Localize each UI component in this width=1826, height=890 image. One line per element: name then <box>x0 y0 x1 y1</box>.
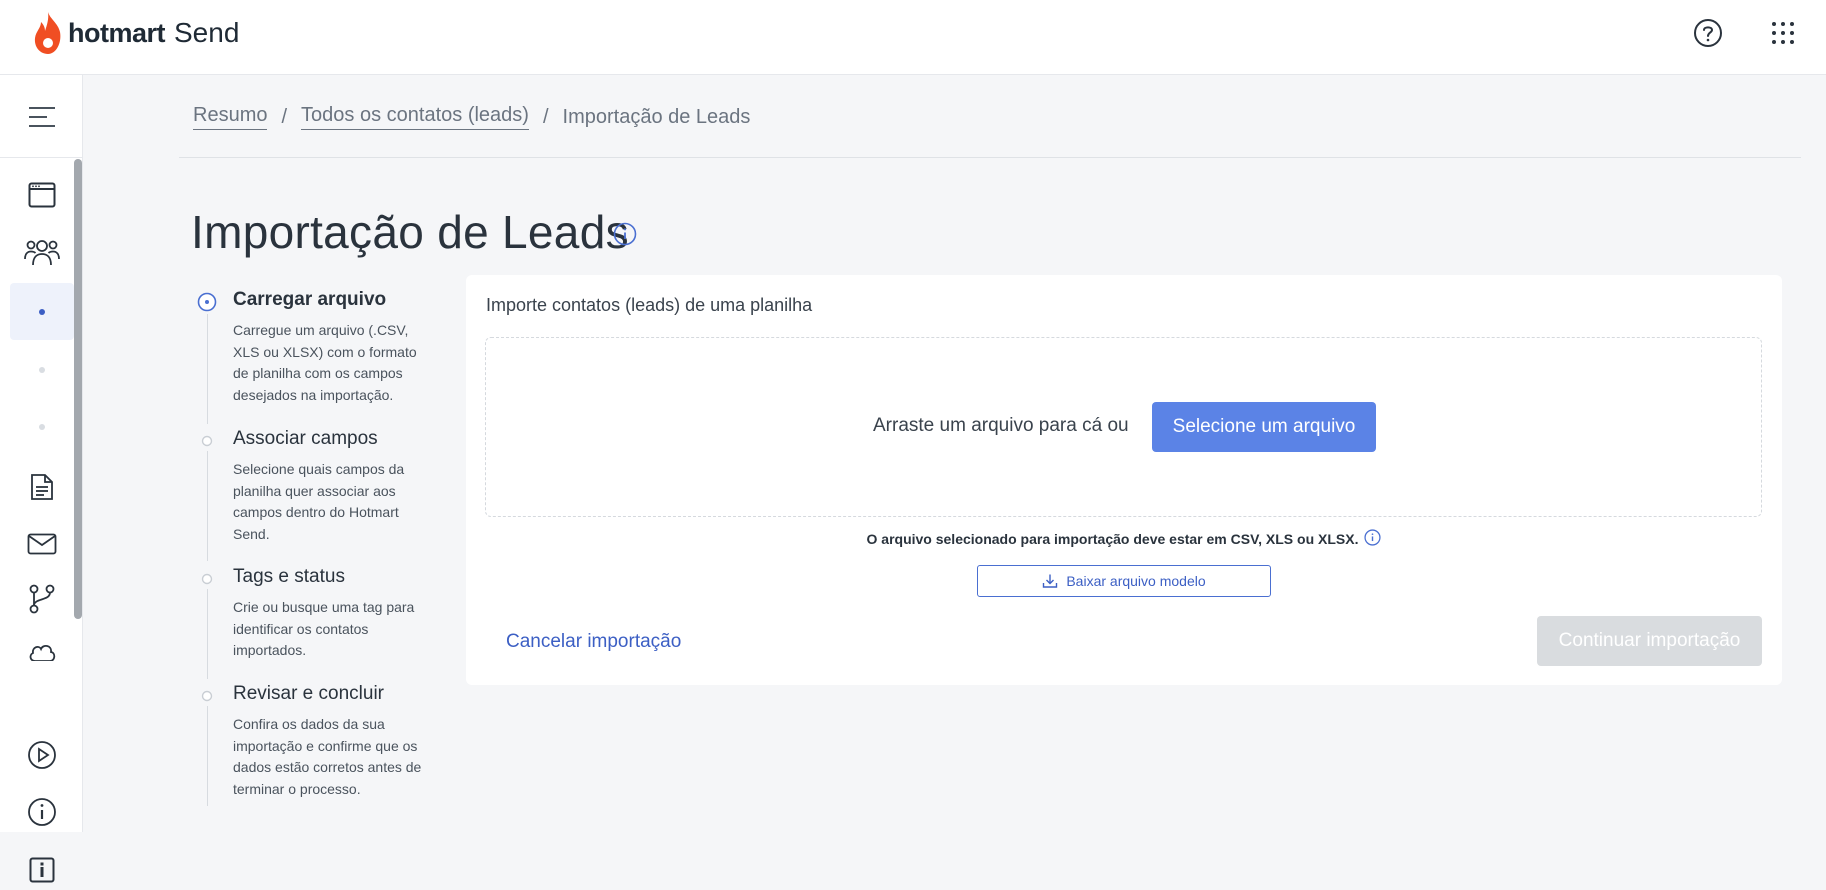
top-bar: hotmart Send <box>0 0 1826 75</box>
hotmart-send-logo[interactable]: hotmart Send <box>32 8 239 58</box>
step-dot-icon <box>38 367 45 373</box>
import-steps: Carregar arquivo Carregue um arquivo (.C… <box>197 288 437 806</box>
step-current-marker-icon <box>197 292 217 312</box>
page-title: Importação de Leads <box>191 206 629 258</box>
breadcrumb: Resumo / Todos os contatos (leads) / Imp… <box>193 104 750 130</box>
breadcrumb-current: Importação de Leads <box>562 105 751 128</box>
step-pending-marker-icon <box>201 435 213 447</box>
envelope-icon[interactable] <box>0 524 83 564</box>
upload-heading: Importe contatos (leads) de uma planilha <box>486 295 813 315</box>
download-template-label: Baixar arquivo modelo <box>1066 573 1206 589</box>
download-icon <box>1043 574 1058 588</box>
info-square-icon[interactable] <box>0 850 83 890</box>
sidebar-step-1[interactable] <box>0 287 83 337</box>
step-title: Associar campos <box>233 428 378 449</box>
step-title: Tags e status <box>233 566 345 587</box>
apps-grid-icon[interactable] <box>1764 14 1802 52</box>
step-description: Crie ou busque uma tag para identificar … <box>233 599 415 659</box>
step-connector <box>207 706 208 806</box>
upload-card: Importe contatos (leads) de uma planilha… <box>466 275 1782 685</box>
title-info-icon[interactable] <box>613 222 637 251</box>
step-title: Revisar e concluir <box>233 683 384 704</box>
help-icon[interactable] <box>1689 14 1727 52</box>
step-carregar-arquivo[interactable]: Carregar arquivo Carregue um arquivo (.C… <box>197 288 437 427</box>
step-description: Confira os dados da sua importação e con… <box>233 716 422 797</box>
download-template-button[interactable]: Baixar arquivo modelo <box>977 565 1271 597</box>
sidebar-step-3[interactable] <box>0 402 83 452</box>
step-title: Carregar arquivo <box>233 289 387 310</box>
users-icon[interactable] <box>0 232 83 272</box>
breadcrumb-link-resumo[interactable]: Resumo <box>193 104 268 130</box>
breadcrumb-separator: / <box>281 105 288 128</box>
product-name: Send <box>174 17 240 48</box>
step-pending-marker-icon <box>201 573 213 585</box>
step-dot-active-icon <box>38 309 45 315</box>
dropzone-text: Arraste um arquivo para cá ou <box>873 415 1129 436</box>
format-note-text: O arquivo selecionado para importação de… <box>866 531 1359 547</box>
step-connector <box>207 314 208 424</box>
flame-logo-icon <box>34 12 61 54</box>
select-file-button[interactable]: Selecione um arquivo <box>1152 402 1376 452</box>
step-dot-icon <box>38 424 45 430</box>
step-tags-status[interactable]: Tags e status Crie ou busque uma tag par… <box>197 565 437 682</box>
hamburger-icon[interactable] <box>0 97 83 137</box>
step-revisar-concluir[interactable]: Revisar e concluir Confira os dados da s… <box>197 682 437 806</box>
cancel-import-link[interactable]: Cancelar importação <box>506 631 681 653</box>
step-description: Carregue um arquivo (.CSV, XLS ou XLSX) … <box>233 322 417 403</box>
file-dropzone[interactable]: Arraste um arquivo para cá ou Selecione … <box>485 337 1762 517</box>
cloud-icon[interactable] <box>0 637 83 661</box>
format-note: O arquivo selecionado para importação de… <box>466 529 1782 549</box>
step-associar-campos[interactable]: Associar campos Selecione quais campos d… <box>197 427 437 565</box>
sidebar-step-2[interactable] <box>0 345 83 395</box>
step-description: Selecione quais campos da planilha quer … <box>233 461 405 542</box>
step-connector <box>207 451 208 561</box>
step-pending-marker-icon <box>201 690 213 702</box>
document-icon[interactable] <box>0 467 83 507</box>
step-connector <box>207 589 208 679</box>
breadcrumb-link-contatos[interactable]: Todos os contatos (leads) <box>301 104 529 130</box>
format-info-icon[interactable] <box>1364 529 1382 549</box>
breadcrumb-separator: / <box>542 105 549 128</box>
branch-icon[interactable] <box>0 579 83 619</box>
window-icon[interactable] <box>0 175 83 215</box>
play-icon[interactable] <box>0 735 83 775</box>
sidebar <box>0 75 83 883</box>
sidebar-divider <box>0 157 82 158</box>
breadcrumb-divider <box>179 157 1801 158</box>
continue-import-button[interactable]: Continuar importação <box>1537 616 1762 666</box>
info-icon[interactable] <box>0 792 83 832</box>
brand-name: hotmart <box>68 17 166 48</box>
